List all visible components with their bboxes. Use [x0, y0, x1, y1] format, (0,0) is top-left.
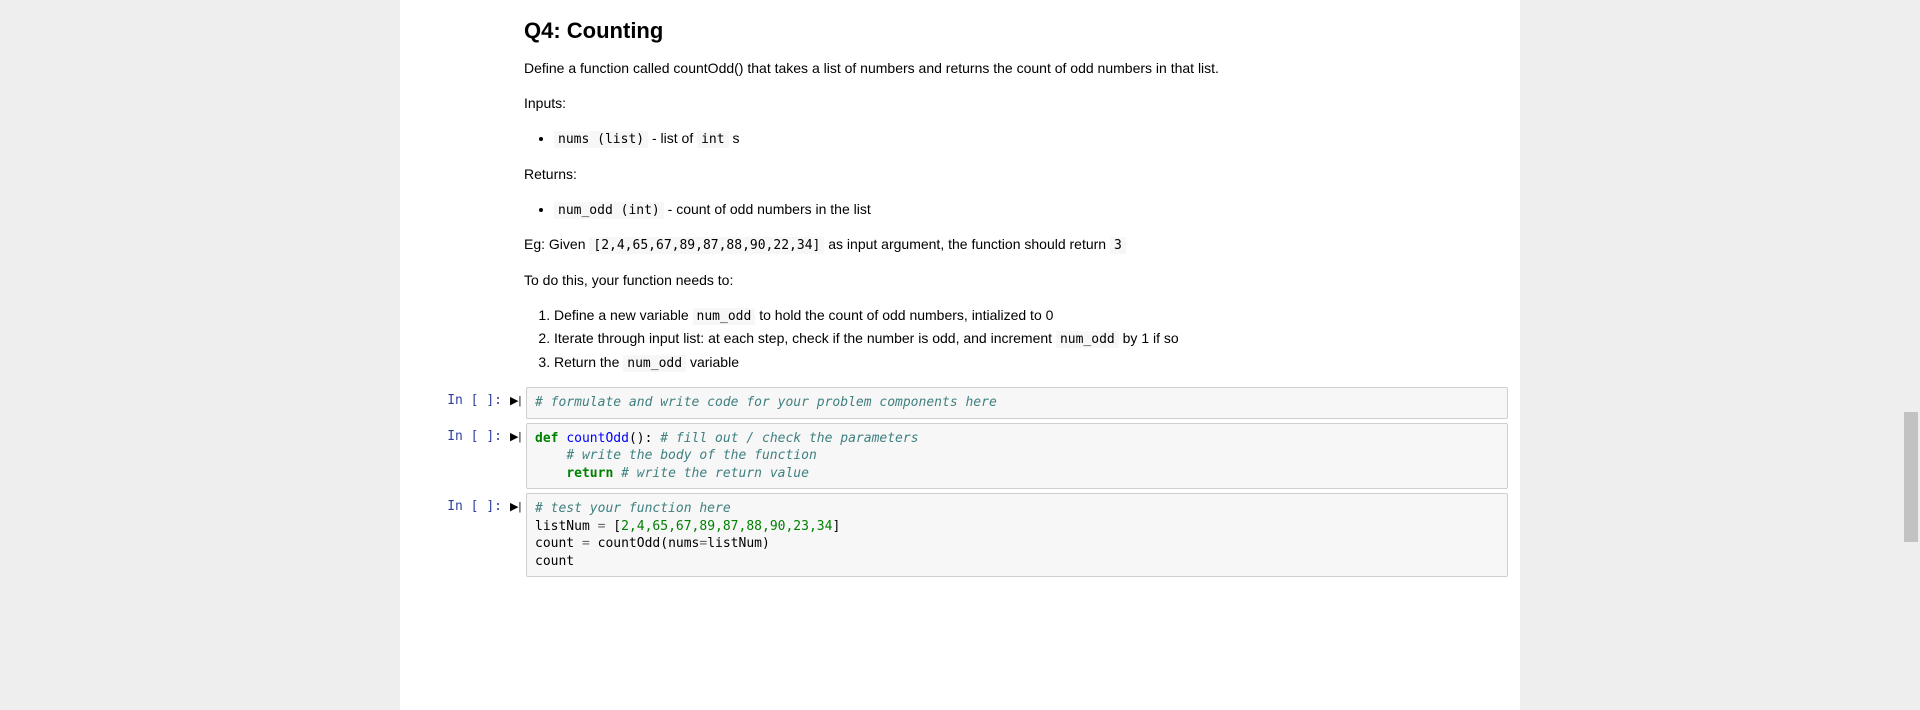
text: Return the: [554, 354, 623, 370]
inputs-label: Inputs:: [524, 93, 1500, 114]
code-text: count: [535, 536, 582, 551]
code-text: [: [605, 519, 621, 534]
code-inline: nums (list): [554, 131, 648, 148]
text: by 1 if so: [1119, 330, 1179, 346]
run-cell-icon[interactable]: ▶|: [510, 423, 526, 443]
code-input[interactable]: # test your function here listNum = [2,4…: [526, 493, 1508, 577]
code-input[interactable]: def countOdd(): # fill out / check the p…: [526, 423, 1508, 490]
inputs-list: nums (list) - list of int s: [524, 128, 1500, 150]
code-input[interactable]: # formulate and write code for your prob…: [526, 387, 1508, 419]
code-inline: 3: [1110, 237, 1126, 254]
intro-paragraph: Define a function called countOdd() that…: [524, 58, 1500, 79]
code-op: =: [582, 536, 590, 551]
text: Iterate through input list: at each step…: [554, 330, 1056, 346]
run-cell-icon[interactable]: ▶|: [510, 493, 526, 513]
code-cell[interactable]: In [ ]: ▶| def countOdd(): # fill out / …: [400, 423, 1508, 490]
code-inline: num_odd: [623, 355, 686, 372]
text: variable: [686, 354, 739, 370]
step-item: Return the num_odd variable: [554, 352, 1500, 374]
code-text: listNum: [535, 519, 598, 534]
code-comment: # write the body of the function: [566, 448, 816, 463]
code-text: count: [535, 554, 574, 569]
code-inline: num_odd: [693, 308, 756, 325]
code-comment: # test your function here: [535, 501, 731, 516]
text: to hold the count of odd numbers, intial…: [755, 307, 1053, 323]
text: - count of odd numbers in the list: [664, 201, 871, 217]
returns-list: num_odd (int) - count of odd numbers in …: [524, 199, 1500, 221]
returns-label: Returns:: [524, 164, 1500, 185]
run-cell-icon[interactable]: ▶|: [510, 387, 526, 407]
text: Eg: Given: [524, 236, 589, 252]
code-number: 2,4,65,67,89,87,88,90,23,34: [621, 519, 832, 534]
returns-item: num_odd (int) - count of odd numbers in …: [554, 199, 1500, 221]
scrollbar-thumb[interactable]: [1904, 412, 1918, 542]
code-text: ]: [832, 519, 840, 534]
markdown-cell: Q4: Counting Define a function called co…: [524, 0, 1500, 373]
cell-prompt: In [ ]:: [400, 387, 510, 408]
code-keyword: def: [535, 431, 558, 446]
code-comment: # formulate and write code for your prob…: [535, 395, 997, 410]
code-inline: [2,4,65,67,89,87,88,90,22,34]: [589, 237, 824, 254]
code-inline: int: [697, 131, 728, 148]
text: Define a new variable: [554, 307, 693, 323]
code-inline: num_odd: [1056, 331, 1119, 348]
code-text: countOdd(nums: [590, 536, 700, 551]
text: - list of: [648, 130, 697, 146]
todo-label: To do this, your function needs to:: [524, 270, 1500, 291]
steps-list: Define a new variable num_odd to hold th…: [524, 305, 1500, 374]
cell-prompt: In [ ]:: [400, 423, 510, 444]
step-item: Iterate through input list: at each step…: [554, 328, 1500, 350]
inputs-item: nums (list) - list of int s: [554, 128, 1500, 150]
example-paragraph: Eg: Given [2,4,65,67,89,87,88,90,22,34] …: [524, 234, 1500, 256]
code-inline: num_odd (int): [554, 202, 664, 219]
code-text: listNum): [707, 536, 770, 551]
text: as input argument, the function should r…: [824, 236, 1110, 252]
cell-prompt: In [ ]:: [400, 493, 510, 514]
code-cell[interactable]: In [ ]: ▶| # formulate and write code fo…: [400, 387, 1508, 419]
question-heading: Q4: Counting: [524, 18, 1500, 44]
code-comment: # fill out / check the parameters: [660, 431, 918, 446]
step-item: Define a new variable num_odd to hold th…: [554, 305, 1500, 327]
code-text: ():: [629, 431, 652, 446]
text: s: [729, 130, 740, 146]
code-keyword: return: [566, 466, 613, 481]
code-cell[interactable]: In [ ]: ▶| # test your function here lis…: [400, 493, 1508, 577]
notebook-page: Q4: Counting Define a function called co…: [400, 0, 1520, 710]
code-comment: # write the return value: [621, 466, 809, 481]
code-funcname: countOdd: [566, 431, 629, 446]
